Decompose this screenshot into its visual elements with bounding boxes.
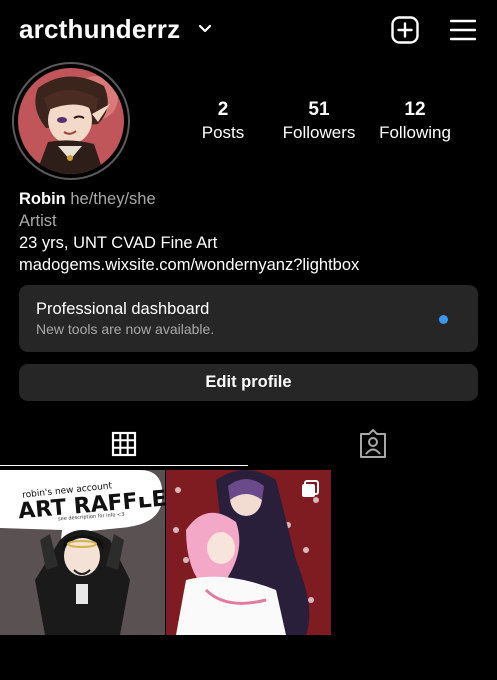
carousel-icon bbox=[136, 480, 153, 497]
posts-label: Posts bbox=[201, 123, 245, 142]
followers-count: 51 bbox=[308, 99, 330, 120]
followers-label: Followers bbox=[282, 123, 356, 142]
following-count: 12 bbox=[404, 99, 426, 120]
bio: Robin he/they/she Artist 23 yrs, UNT CVA… bbox=[19, 188, 489, 276]
edit-profile-button[interactable]: Edit profile bbox=[19, 364, 478, 401]
avatar[interactable] bbox=[18, 68, 124, 174]
display-name: Robin bbox=[19, 190, 66, 208]
post-thumbnail[interactable]: robin's new account ART RAFFLE!! see des… bbox=[0, 470, 165, 635]
dashboard-subtitle: New tools are now available. bbox=[36, 321, 215, 337]
category: Artist bbox=[19, 212, 57, 230]
bio-name-line: Robin he/they/she bbox=[19, 188, 489, 210]
new-post-icon[interactable] bbox=[391, 16, 419, 44]
following-label: Following bbox=[379, 123, 451, 142]
stat-following[interactable]: 12 Following bbox=[365, 98, 465, 144]
stat-followers[interactable]: 51 Followers bbox=[269, 98, 369, 144]
active-tab-indicator bbox=[0, 465, 248, 466]
bio-text: 23 yrs, UNT CVAD Fine Art bbox=[19, 234, 218, 252]
username[interactable]: arcthunderrz bbox=[19, 14, 180, 45]
tagged-icon[interactable] bbox=[356, 427, 390, 461]
bio-link[interactable]: madogems.wixsite.com/wondernyanz?lightbo… bbox=[19, 254, 489, 276]
professional-dashboard[interactable]: Professional dashboard New tools are now… bbox=[19, 285, 478, 352]
stat-posts[interactable]: 2 Posts bbox=[173, 98, 273, 144]
grid-icon[interactable] bbox=[107, 427, 141, 461]
menu-icon[interactable] bbox=[450, 18, 476, 42]
notification-dot bbox=[439, 315, 448, 324]
chevron-down-icon[interactable] bbox=[198, 24, 212, 34]
dashboard-title: Professional dashboard bbox=[36, 300, 210, 318]
posts-count: 2 bbox=[217, 99, 229, 120]
post-thumbnail[interactable] bbox=[166, 470, 331, 635]
top-bar: arcthunderrz bbox=[0, 0, 497, 62]
pronouns: he/they/she bbox=[70, 190, 156, 208]
carousel-icon bbox=[302, 480, 319, 497]
